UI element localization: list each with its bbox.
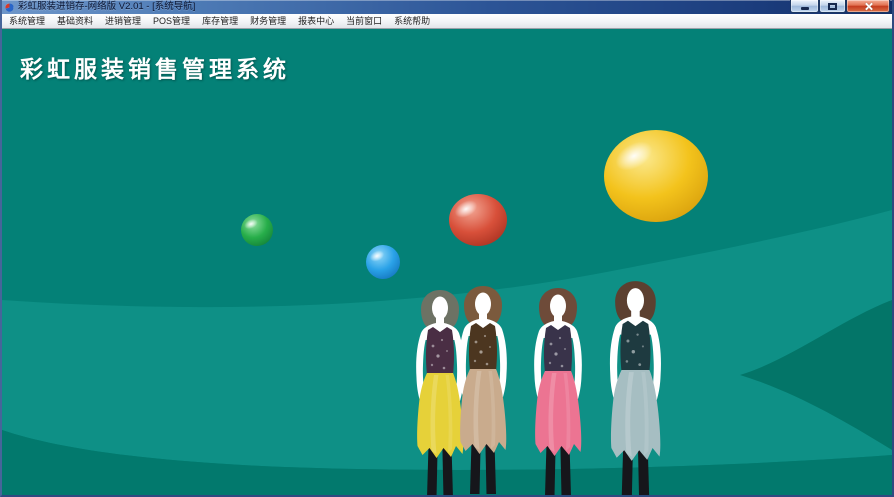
green-ball	[241, 214, 273, 246]
app-icon[interactable]	[5, 2, 14, 12]
menu-item-inventory-management[interactable]: 库存管理	[196, 14, 244, 28]
window-title: 彩虹服装进销存-网络版 V2.01 - [系统导航]	[18, 1, 196, 12]
maximize-button[interactable]	[819, 0, 846, 13]
maximize-icon	[828, 2, 837, 10]
window-controls	[790, 0, 890, 13]
page-title: 彩虹服装销售管理系统	[20, 56, 290, 82]
menu-item-basic-data[interactable]: 基础资料	[51, 14, 99, 28]
client-area: 彩虹服装销售管理系统	[2, 29, 892, 495]
background-art	[2, 29, 892, 495]
menu-item-pos-management[interactable]: POS管理	[147, 14, 196, 28]
close-icon	[864, 2, 873, 11]
red-ball	[449, 194, 507, 246]
menu-item-purchase-sales-management[interactable]: 进销管理	[99, 14, 147, 28]
yellow-ball	[604, 130, 708, 222]
menu-item-finance-management[interactable]: 财务管理	[244, 14, 292, 28]
minimize-button[interactable]	[790, 0, 819, 13]
blue-ball	[366, 245, 400, 279]
close-button[interactable]	[846, 0, 890, 13]
menu-item-report-center[interactable]: 报表中心	[292, 14, 340, 28]
menu-item-system-management[interactable]: 系统管理	[3, 14, 51, 28]
menu-item-system-help[interactable]: 系统帮助	[388, 14, 436, 28]
menu-item-current-window[interactable]: 当前窗口	[340, 14, 388, 28]
minimize-icon	[800, 7, 809, 10]
titlebar[interactable]: 彩虹服装进销存-网络版 V2.01 - [系统导航]	[2, 0, 892, 14]
menubar: 系统管理 基础资料 进销管理 POS管理 库存管理 财务管理 报表中心 当前窗口…	[2, 14, 892, 29]
app-window: 彩虹服装进销存-网络版 V2.01 - [系统导航] 系统管理 基础资料 进销管…	[0, 0, 894, 497]
